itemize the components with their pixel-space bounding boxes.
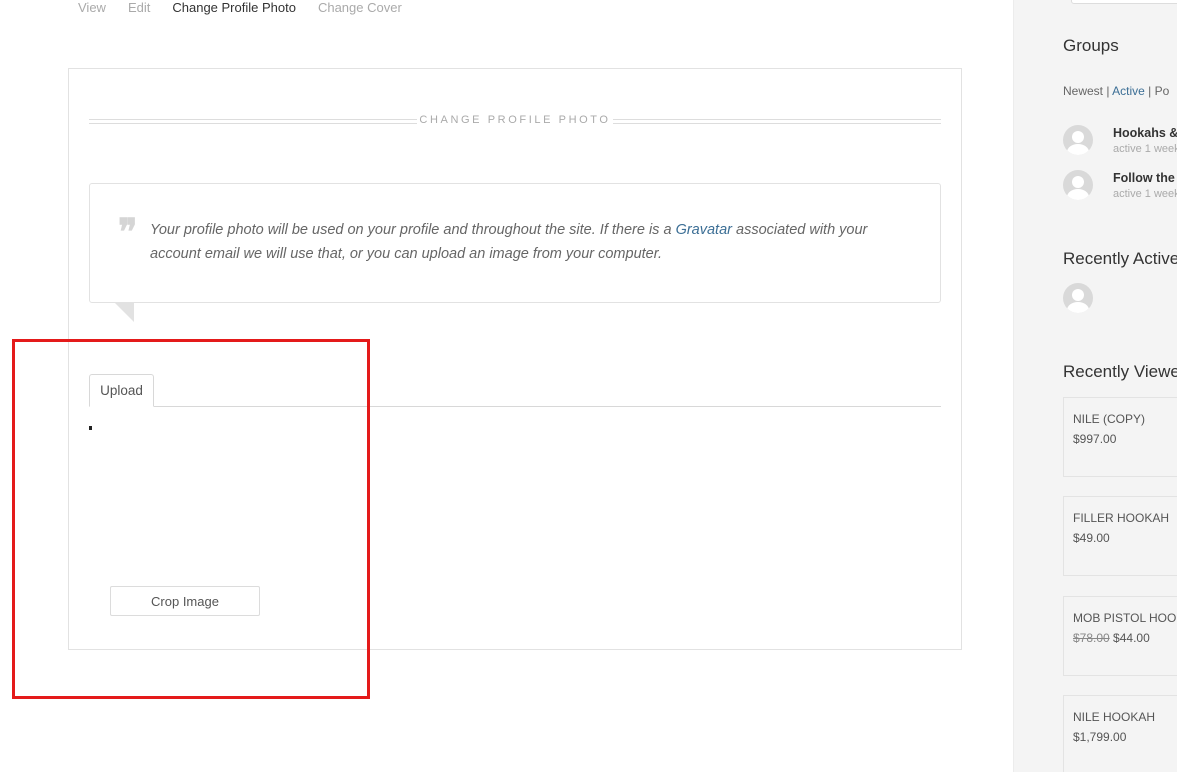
product-name[interactable]: FILLER HOOKAH [1073, 511, 1169, 525]
gravatar-link[interactable]: Gravatar [676, 222, 732, 238]
section-title: CHANGE PROFILE PHOTO [89, 114, 941, 130]
product-name[interactable]: NILE (COPY) [1073, 412, 1145, 426]
quote-icon: ❞ [118, 211, 138, 253]
product-price: $1,799.00 [1073, 730, 1126, 744]
filter-popular[interactable]: Po [1155, 84, 1170, 98]
filter-separator: | [1103, 84, 1113, 98]
sidebar-search-field[interactable] [1071, 0, 1177, 4]
recently-active-widget-title: Recently Active M [1063, 249, 1177, 268]
product-card[interactable]: NILE HOOKAH $1,799.00 [1063, 695, 1177, 772]
info-quote-box: ❞ Your profile photo will be used on you… [89, 183, 941, 303]
price-current: $997.00 [1073, 432, 1117, 446]
group-avatar[interactable] [1063, 125, 1093, 155]
info-message: Your profile photo will be used on your … [150, 218, 910, 266]
highlight-box [12, 339, 370, 699]
member-avatar[interactable] [1063, 283, 1093, 313]
groups-filter: Newest | Active | Po [1063, 84, 1169, 98]
profile-subnav: View Edit Change Profile Photo Change Co… [78, 0, 402, 18]
price-current: $1,799.00 [1073, 730, 1127, 744]
product-price: $997.00 [1073, 432, 1116, 446]
product-card[interactable]: FILLER HOOKAH $49.00 [1063, 496, 1177, 576]
group-meta: active 1 week [1113, 143, 1177, 155]
recently-viewed-widget-title: Recently Viewed [1063, 362, 1177, 381]
product-card[interactable]: NILE (COPY) $997.00 [1063, 397, 1177, 477]
sidebar: Groups Newest | Active | Po Hookahs & ac… [1013, 0, 1177, 772]
title-divider-right [613, 119, 941, 124]
price-old: $78.00 [1073, 631, 1110, 645]
product-price: $49.00 [1073, 531, 1110, 545]
product-name[interactable]: MOB PISTOL HOOK [1073, 611, 1177, 625]
product-price: $78.00 $44.00 [1073, 631, 1150, 645]
info-message-part1: Your profile photo will be used on your … [150, 222, 676, 238]
group-avatar[interactable] [1063, 170, 1093, 200]
product-name[interactable]: NILE HOOKAH [1073, 710, 1155, 724]
price-current: $49.00 [1073, 531, 1110, 545]
subnav-change-cover-link[interactable]: Change Cover [318, 0, 402, 18]
group-name[interactable]: Hookahs & [1113, 126, 1177, 140]
subnav-change-profile-photo-link[interactable]: Change Profile Photo [172, 0, 296, 18]
filter-newest[interactable]: Newest [1063, 84, 1103, 98]
filter-separator: | [1144, 84, 1155, 98]
group-name[interactable]: Follow the T [1113, 171, 1177, 185]
filter-active[interactable]: Active [1112, 84, 1145, 98]
price-current: $44.00 [1113, 631, 1150, 645]
subnav-view-link[interactable]: View [78, 0, 106, 18]
subnav-edit-link[interactable]: Edit [128, 0, 150, 18]
group-meta: active 1 week [1113, 188, 1177, 200]
quote-tail [114, 302, 134, 322]
product-card[interactable]: MOB PISTOL HOOK $78.00 $44.00 [1063, 596, 1177, 676]
groups-widget-title: Groups [1063, 36, 1119, 55]
